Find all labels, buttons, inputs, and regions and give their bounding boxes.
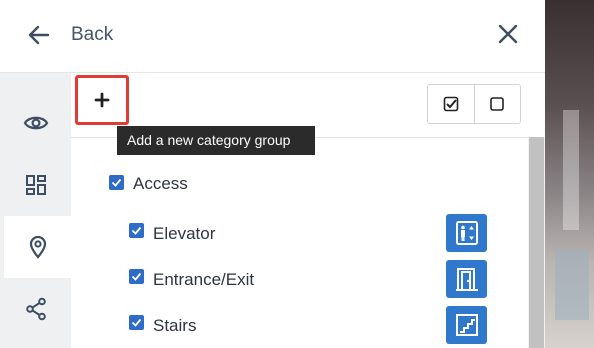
- rail-item-view[interactable]: [0, 92, 71, 154]
- empty-box-icon: [490, 97, 505, 111]
- stairs-checkbox[interactable]: [129, 315, 144, 330]
- back-arrow-icon[interactable]: [26, 22, 52, 48]
- elevator-icon: [455, 221, 478, 245]
- deselect-all-button[interactable]: [473, 85, 521, 123]
- stairs-category-icon[interactable]: [446, 306, 487, 344]
- check-icon: [131, 226, 142, 235]
- stairs-icon: [455, 314, 478, 336]
- scrollbar-thumb[interactable]: [529, 137, 544, 348]
- close-icon[interactable]: [496, 22, 520, 46]
- access-checkbox[interactable]: [109, 175, 124, 190]
- entrance-exit-checkbox[interactable]: [129, 269, 144, 284]
- select-toggle-group: [427, 84, 521, 124]
- elevator-category-icon[interactable]: [446, 214, 487, 252]
- entrance-exit-category-icon[interactable]: [446, 260, 487, 298]
- plus-icon: [94, 92, 110, 108]
- panel-header: Back: [0, 0, 545, 73]
- stairs-label: Stairs: [153, 316, 197, 335]
- select-all-button[interactable]: [428, 85, 474, 123]
- elevator-checkbox[interactable]: [129, 223, 144, 238]
- rail-item-share[interactable]: [0, 278, 71, 340]
- share-icon: [25, 297, 46, 321]
- eye-icon: [23, 116, 48, 130]
- rail-item-locations[interactable]: [4, 216, 71, 278]
- access-label: Access: [133, 174, 188, 193]
- check-icon: [131, 272, 142, 281]
- rail-item-dashboard[interactable]: [0, 154, 71, 216]
- dashboard-icon: [25, 175, 46, 195]
- elevator-label: Elevator: [153, 224, 216, 243]
- check-icon: [131, 318, 142, 327]
- entrance-exit-label: Entrance/Exit: [153, 270, 255, 289]
- side-panel: Back Access Elevator Entrance/Exit Stair…: [0, 0, 545, 348]
- door-icon: [455, 268, 478, 291]
- add-category-tooltip: Add a new category group: [117, 126, 315, 155]
- location-pin-icon: [29, 235, 46, 259]
- back-button[interactable]: Back: [71, 24, 113, 46]
- add-category-group-button[interactable]: [75, 75, 129, 125]
- background-photo: [545, 0, 594, 348]
- nav-rail: [0, 73, 71, 348]
- check-icon: [111, 178, 122, 187]
- checked-box-icon: [443, 96, 459, 112]
